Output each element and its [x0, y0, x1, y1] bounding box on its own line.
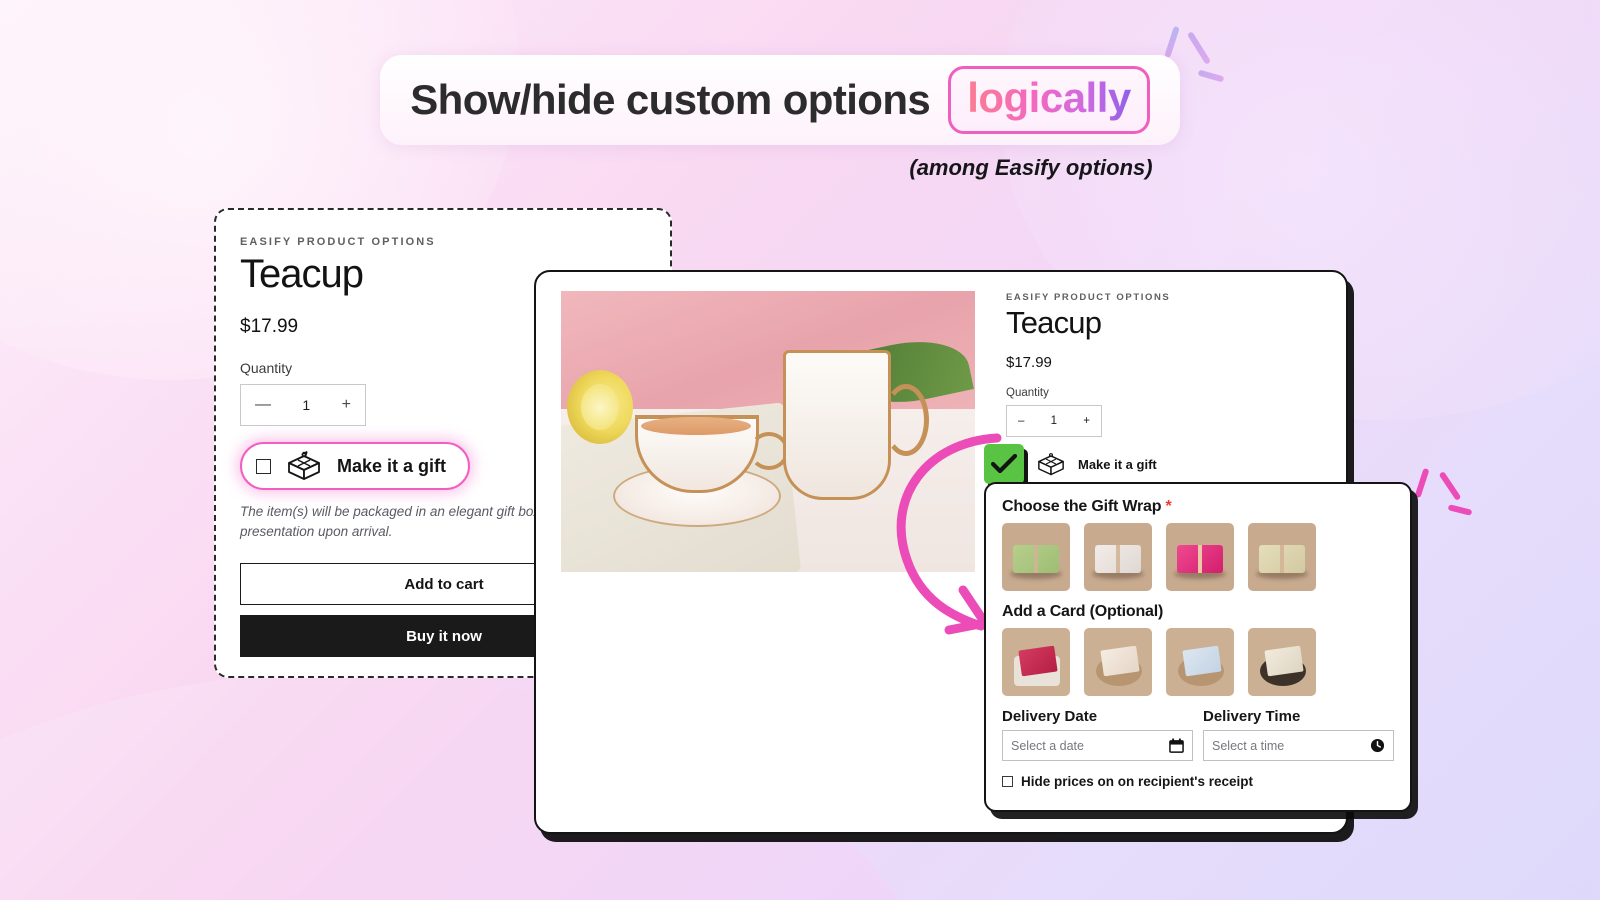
sparkle-ray-icon	[1414, 467, 1430, 499]
quantity-increment-button[interactable]: +	[342, 396, 351, 414]
app-eyebrow-label: EASIFY PRODUCT OPTIONS	[240, 236, 436, 248]
delivery-time-input[interactable]: Select a time	[1203, 730, 1394, 761]
headline-subtitle: (among Easify options)	[909, 155, 1153, 180]
delivery-time-field: Delivery Time Select a time	[1203, 708, 1394, 761]
product-info-column: EASIFY PRODUCT OPTIONS Teacup $17.99 Qua…	[1006, 292, 1336, 437]
gift-options-panel: Choose the Gift Wrap * Add a Card (Optio…	[984, 482, 1412, 812]
gift-wrap-swatch[interactable]	[1084, 523, 1152, 591]
gift-wrap-label: Choose the Gift Wrap *	[1002, 498, 1394, 516]
delivery-date-field: Delivery Date Select a date	[1002, 708, 1193, 761]
greeting-card-swatch[interactable]	[1084, 628, 1152, 696]
quantity-decrement-button[interactable]: –	[1018, 415, 1024, 427]
delivery-time-label: Delivery Time	[1203, 708, 1301, 725]
make-it-a-gift-label: Make it a gift	[1078, 456, 1157, 472]
calendar-icon[interactable]	[1169, 738, 1184, 753]
add-card-label: Add a Card (Optional)	[1002, 603, 1164, 620]
gift-wrap-swatch[interactable]	[1166, 523, 1234, 591]
product-price: $17.99	[1006, 354, 1052, 371]
card-options	[1002, 628, 1394, 696]
greeting-card-swatch[interactable]	[1002, 628, 1070, 696]
headline-banner: Show/hide custom options logically	[380, 55, 1180, 145]
hide-prices-checkbox[interactable]	[1002, 776, 1013, 787]
greeting-card-swatch[interactable]	[1166, 628, 1234, 696]
delivery-date-placeholder: Select a date	[1011, 738, 1084, 753]
make-it-a-gift-toggle[interactable]: Make it a gift	[240, 442, 470, 490]
quantity-value: 1	[302, 397, 311, 413]
delivery-fields: Delivery Date Select a date Delivery Tim…	[1002, 708, 1394, 761]
delivery-date-label: Delivery Date	[1002, 708, 1098, 725]
gift-wrap-options	[1002, 523, 1394, 591]
delivery-time-placeholder: Select a time	[1212, 738, 1285, 753]
make-it-a-gift-label: Make it a gift	[337, 455, 447, 476]
sparkle-ray-icon	[1438, 471, 1462, 501]
gift-wrap-swatch[interactable]	[1002, 523, 1070, 591]
sparkle-ray-icon	[1447, 504, 1473, 516]
hide-prices-label: Hide prices on on recipient's receipt	[1021, 774, 1254, 789]
headline-highlight-box: logically	[948, 66, 1150, 134]
delivery-date-input[interactable]: Select a date	[1002, 730, 1193, 761]
required-asterisk: *	[1165, 498, 1172, 515]
make-it-a-gift-toggle-checked[interactable]: Make it a gift	[984, 444, 1157, 484]
quantity-increment-button[interactable]: +	[1083, 415, 1090, 427]
checkmark-icon	[991, 454, 1017, 474]
product-image	[561, 291, 975, 572]
clock-icon[interactable]	[1370, 738, 1385, 753]
gift-box-icon	[283, 450, 325, 482]
quantity-value: 1	[1050, 415, 1058, 427]
quantity-stepper[interactable]: — 1 +	[240, 384, 366, 426]
greeting-card-swatch[interactable]	[1248, 628, 1316, 696]
quantity-decrement-button[interactable]: —	[255, 396, 271, 414]
hide-prices-row[interactable]: Hide prices on on recipient's receipt	[1002, 774, 1394, 789]
headline-text: Show/hide custom options	[410, 76, 931, 123]
gift-box-icon	[1034, 451, 1068, 477]
quantity-stepper[interactable]: – 1 +	[1006, 405, 1102, 437]
product-title: Teacup	[1006, 305, 1102, 340]
quantity-label: Quantity	[1006, 387, 1049, 399]
gift-wrap-label-text: Choose the Gift Wrap	[1002, 498, 1162, 515]
gift-wrap-swatch[interactable]	[1248, 523, 1316, 591]
make-it-a-gift-checkbox-checked[interactable]	[984, 444, 1024, 484]
make-it-a-gift-checkbox[interactable]	[256, 458, 271, 474]
app-eyebrow-label: EASIFY PRODUCT OPTIONS	[1006, 292, 1171, 303]
headline-highlight-text: logically	[967, 74, 1131, 121]
